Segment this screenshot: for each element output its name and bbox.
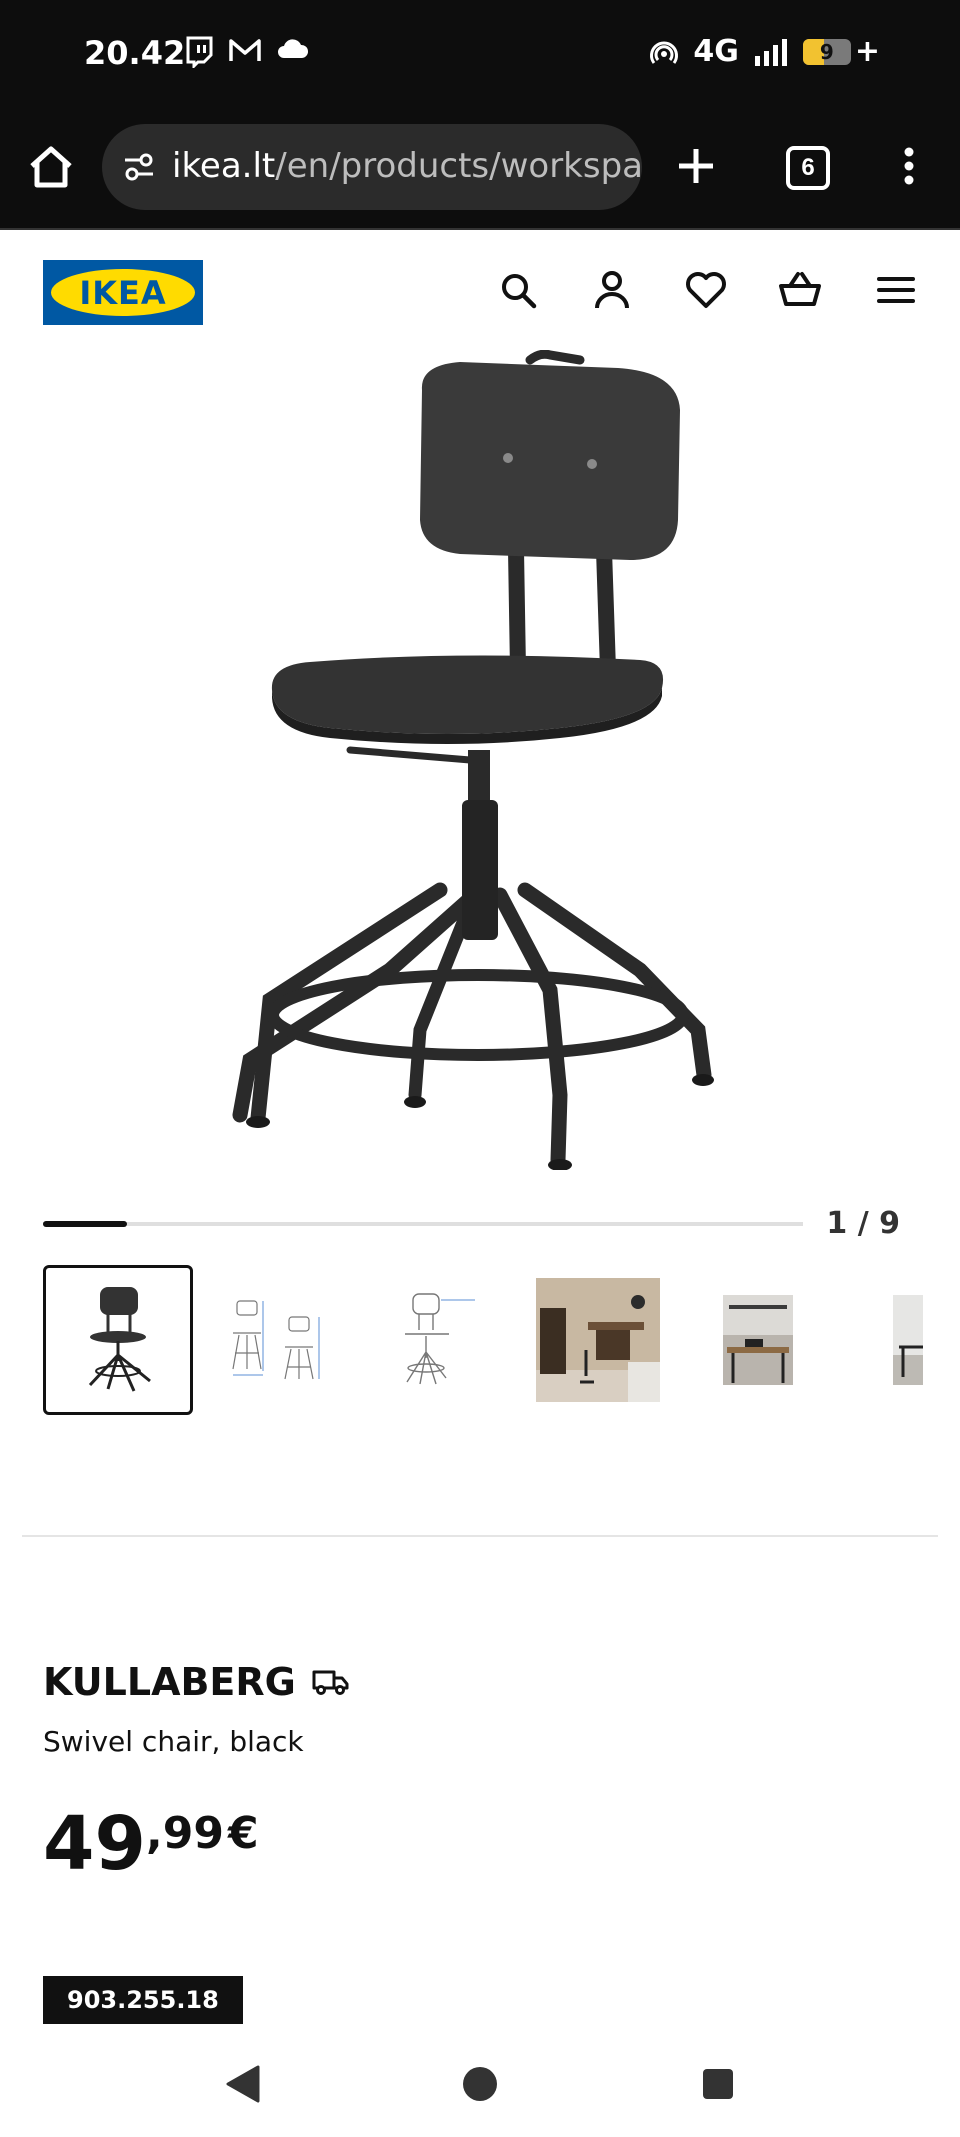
workspace-scene-image [893, 1295, 923, 1385]
site-header: IKEA [0, 230, 960, 350]
recents-square-icon[interactable] [700, 2064, 736, 2104]
new-tab-icon[interactable] [676, 146, 716, 186]
cloud-icon [278, 39, 309, 58]
status-right: 4G 9 + [649, 34, 880, 69]
section-divider [22, 1535, 938, 1537]
price-currency: € [227, 1808, 259, 1859]
thumbnail-strip [43, 1265, 923, 1415]
url-path: /en/products/workspac [275, 146, 642, 186]
hotspot-icon [650, 41, 679, 64]
thumbnail-2-dimensions[interactable] [203, 1265, 353, 1415]
twitch-icon [186, 36, 213, 68]
notification-icons [184, 36, 310, 68]
thumbnail-4-room[interactable] [523, 1265, 673, 1415]
product-name-row: KULLABERG [43, 1660, 350, 1704]
thumbnail-5-office[interactable] [683, 1265, 833, 1415]
delivery-truck-icon [312, 1670, 349, 1695]
price-integer: 49 [43, 1801, 146, 1887]
price-decimal: ,99 [145, 1808, 224, 1859]
favourites-heart-icon[interactable] [684, 268, 728, 312]
office-scene-image [723, 1295, 793, 1385]
account-icon[interactable] [590, 268, 634, 312]
gallery-progress-fill [43, 1221, 127, 1227]
address-bar[interactable]: ikea.lt/en/products/workspac [102, 124, 642, 210]
more-menu-icon[interactable] [894, 144, 924, 188]
browser-toolbar: ikea.lt/en/products/workspac 6 [0, 108, 960, 230]
gallery-progress-track [43, 1221, 803, 1227]
thumbnail-3-drawing[interactable] [363, 1265, 513, 1415]
tab-count: 6 [801, 154, 815, 181]
url-host: ikea.lt [172, 146, 276, 186]
product-name: KULLABERG [43, 1660, 296, 1704]
thumbnail-6-workspace[interactable] [843, 1265, 923, 1415]
site-settings-icon[interactable] [122, 150, 156, 184]
url-text: ikea.lt/en/products/workspac [172, 146, 642, 186]
network-label: 4G [693, 34, 739, 69]
charging-plus-icon: + [854, 34, 880, 69]
thumbnail-1-selected[interactable] [43, 1265, 193, 1415]
article-number-badge: 903.255.18 [43, 1976, 243, 2024]
line-drawing-image [405, 1293, 475, 1385]
tab-switcher-button[interactable]: 6 [786, 146, 830, 190]
room-scene-image [536, 1278, 660, 1402]
gallery-counter: 1 / 9 [826, 1206, 900, 1241]
ikea-logo[interactable]: IKEA [43, 260, 203, 325]
home-icon[interactable] [26, 142, 76, 192]
status-time: 20.42 [84, 34, 186, 72]
logo-text: IKEA [79, 273, 167, 312]
product-main-image[interactable] [200, 350, 760, 1170]
signal-icon [754, 38, 787, 66]
gmail-icon [229, 39, 261, 61]
status-bar: 20.42 4G 9 + [0, 0, 960, 108]
home-circle-icon[interactable] [461, 2064, 499, 2104]
product-price: 49 ,99 € [43, 1804, 259, 1884]
battery-level: 9 [819, 39, 834, 64]
dimension-drawing-image [232, 1300, 320, 1380]
system-navigation-bar [0, 2040, 960, 2137]
shopping-bag-icon[interactable] [778, 268, 822, 312]
chair-thumbnail-image [88, 1287, 151, 1392]
product-description: Swivel chair, black [43, 1725, 304, 1758]
logo-oval: IKEA [51, 269, 195, 316]
hamburger-menu-icon[interactable] [874, 268, 918, 312]
search-icon[interactable] [496, 268, 540, 312]
back-icon[interactable] [224, 2064, 260, 2104]
battery-icon: 9 [802, 38, 851, 65]
